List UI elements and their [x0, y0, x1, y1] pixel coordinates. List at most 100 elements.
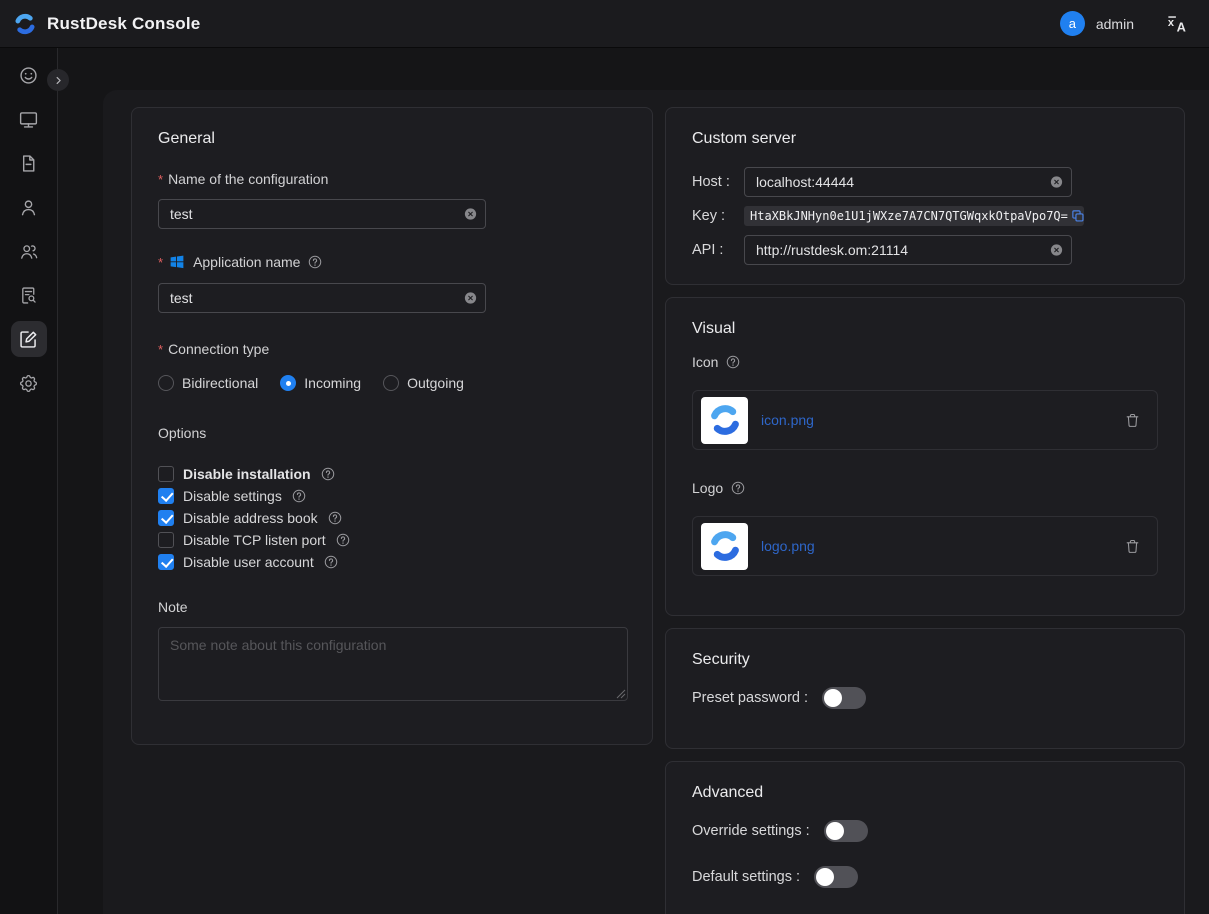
custom-server-title: Custom server [692, 130, 1158, 148]
override-settings-label: Override settings : [692, 823, 810, 839]
top-bar: RustDesk Console a admin [0, 0, 1209, 48]
visual-panel: Visual Icon icon.png [665, 297, 1185, 616]
icon-thumbnail [701, 397, 748, 444]
radio-dot [158, 375, 174, 391]
default-settings-label: Default settings : [692, 869, 800, 885]
host-label: Host : [692, 174, 744, 190]
host-input[interactable] [744, 167, 1072, 197]
config-name-field [158, 199, 486, 229]
security-title: Security [692, 651, 1158, 669]
checkbox-box [158, 532, 174, 548]
radio-dot [383, 375, 399, 391]
note-textarea[interactable] [158, 627, 628, 701]
sidebar-item-users-group[interactable] [11, 233, 47, 269]
user-icon [18, 197, 39, 218]
checkbox-disable-user-account[interactable]: Disable user account [158, 551, 626, 573]
help-icon[interactable] [725, 354, 741, 370]
copy-key-button[interactable] [1071, 209, 1085, 223]
clear-config-name-button[interactable] [463, 207, 478, 222]
options-list: Disable installation Disable settings Di… [158, 463, 626, 573]
sidebar-expand-button[interactable] [47, 69, 69, 91]
config-name-input[interactable] [158, 199, 486, 229]
username[interactable]: admin [1096, 16, 1134, 32]
preset-password-label: Preset password : [692, 690, 808, 706]
sidebar [0, 48, 58, 914]
sidebar-item-settings[interactable] [11, 365, 47, 401]
smiley-icon [18, 65, 39, 86]
checkbox-disable-settings[interactable]: Disable settings [158, 485, 626, 507]
app-name-input[interactable] [158, 283, 486, 313]
key-label: Key : [692, 208, 744, 224]
help-icon[interactable] [327, 510, 343, 526]
sidebar-item-smiley[interactable] [11, 57, 47, 93]
users-group-icon [18, 241, 39, 262]
preset-password-toggle[interactable] [822, 687, 866, 709]
delete-logo-button[interactable] [1124, 538, 1141, 555]
override-settings-toggle[interactable] [824, 820, 868, 842]
clear-host-button[interactable] [1049, 175, 1064, 190]
copy-icon [1071, 209, 1085, 223]
help-icon[interactable] [323, 554, 339, 570]
rustdesk-logo-icon [706, 401, 744, 439]
help-icon[interactable] [335, 532, 351, 548]
security-panel: Security Preset password : [665, 628, 1185, 749]
sidebar-item-monitor[interactable] [11, 101, 47, 137]
advanced-title: Advanced [692, 784, 1158, 802]
connection-type-group: Bidirectional Incoming Outgoing [158, 375, 626, 391]
icon-upload-row: icon.png [692, 390, 1158, 450]
checkbox-box [158, 554, 174, 570]
translate-icon[interactable] [1167, 13, 1189, 35]
radio-incoming[interactable]: Incoming [280, 375, 361, 391]
options-label: Options [158, 425, 626, 441]
radio-outgoing[interactable]: Outgoing [383, 375, 464, 391]
connection-type-label: Connection type [158, 341, 626, 357]
key-value-chip: HtaXBkJNHyn0e1U1jWXze7A7CN7QTGWqxkOtpaVp… [744, 206, 1084, 226]
delete-icon-button[interactable] [1124, 412, 1141, 429]
icon-file-link[interactable]: icon.png [761, 412, 814, 428]
help-icon[interactable] [307, 254, 323, 270]
clear-api-button[interactable] [1049, 243, 1064, 258]
icon-label: Icon [692, 354, 1158, 370]
visual-title: Visual [692, 320, 1158, 338]
advanced-panel: Advanced Override settings : Default set… [665, 761, 1185, 914]
sidebar-item-document-search[interactable] [11, 277, 47, 313]
clear-app-name-button[interactable] [463, 291, 478, 306]
monitor-icon [18, 109, 39, 130]
radio-dot [280, 375, 296, 391]
note-label: Note [158, 599, 626, 615]
sidebar-item-document[interactable] [11, 145, 47, 181]
trash-icon [1124, 412, 1141, 429]
sidebar-item-edit[interactable] [11, 321, 47, 357]
clear-icon [1049, 175, 1064, 190]
key-value: HtaXBkJNHyn0e1U1jWXze7A7CN7QTGWqxkOtpaVp… [750, 209, 1068, 223]
logo-file-link[interactable]: logo.png [761, 538, 815, 554]
help-icon[interactable] [320, 466, 336, 482]
content-card: General Name of the configuration [103, 90, 1209, 914]
checkbox-disable-tcp-listen-port[interactable]: Disable TCP listen port [158, 529, 626, 551]
default-settings-toggle[interactable] [814, 866, 858, 888]
sidebar-item-user[interactable] [11, 189, 47, 225]
help-icon[interactable] [730, 480, 746, 496]
clear-icon [1049, 243, 1064, 258]
chevron-right-icon [52, 74, 65, 87]
main-content: General Name of the configuration [58, 48, 1209, 914]
avatar[interactable]: a [1060, 11, 1085, 36]
settings-gear-icon [18, 373, 39, 394]
clear-icon [463, 291, 478, 306]
checkbox-disable-address-book[interactable]: Disable address book [158, 507, 626, 529]
api-input[interactable] [744, 235, 1072, 265]
clear-icon [463, 207, 478, 222]
trash-icon [1124, 538, 1141, 555]
general-panel: General Name of the configuration [131, 107, 653, 745]
checkbox-box [158, 510, 174, 526]
help-icon[interactable] [291, 488, 307, 504]
rustdesk-logo-icon [12, 11, 38, 37]
checkbox-disable-installation[interactable]: Disable installation [158, 463, 626, 485]
api-label: API : [692, 242, 744, 258]
host-field [744, 167, 1072, 197]
radio-bidirectional[interactable]: Bidirectional [158, 375, 258, 391]
app-name-label: Application name [158, 253, 626, 271]
brand: RustDesk Console [12, 11, 200, 37]
logo-thumbnail [701, 523, 748, 570]
checkbox-box [158, 466, 174, 482]
